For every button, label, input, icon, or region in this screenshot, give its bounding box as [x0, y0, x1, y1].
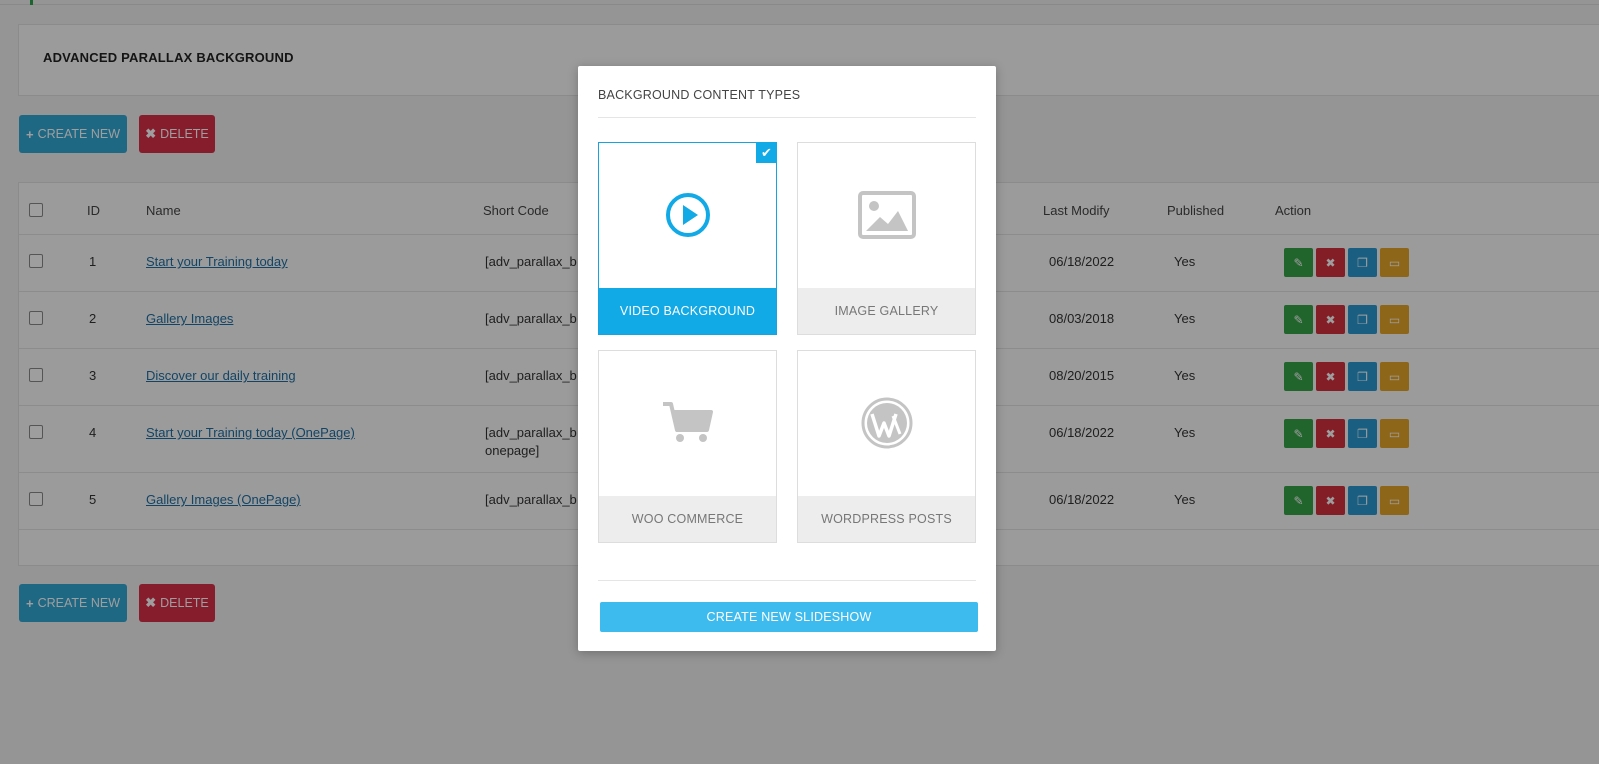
card-woo-commerce[interactable]: WOO COMMERCE — [598, 350, 777, 543]
cart-icon — [662, 402, 713, 442]
play-icon — [665, 193, 710, 237]
modal-divider — [598, 117, 976, 118]
check-icon: ✔ — [756, 142, 777, 163]
wordpress-icon — [861, 397, 912, 449]
card-label: WOO COMMERCE — [599, 496, 776, 542]
card-wordpress-posts[interactable]: WORDPRESS POSTS — [797, 350, 976, 543]
card-label: WORDPRESS POSTS — [798, 496, 975, 542]
image-icon — [857, 191, 916, 239]
card-image-gallery[interactable]: IMAGE GALLERY — [797, 142, 976, 335]
content-types-modal: BACKGROUND CONTENT TYPES VIDEO BACKGROUN… — [578, 66, 996, 651]
modal-divider — [598, 580, 976, 581]
card-label: IMAGE GALLERY — [798, 288, 975, 334]
modal-title: BACKGROUND CONTENT TYPES — [598, 88, 801, 102]
card-label: VIDEO BACKGROUND — [599, 288, 776, 334]
card-video-background[interactable]: VIDEO BACKGROUND ✔ — [598, 142, 777, 335]
create-new-slideshow-button[interactable]: CREATE NEW SLIDESHOW — [600, 602, 978, 632]
